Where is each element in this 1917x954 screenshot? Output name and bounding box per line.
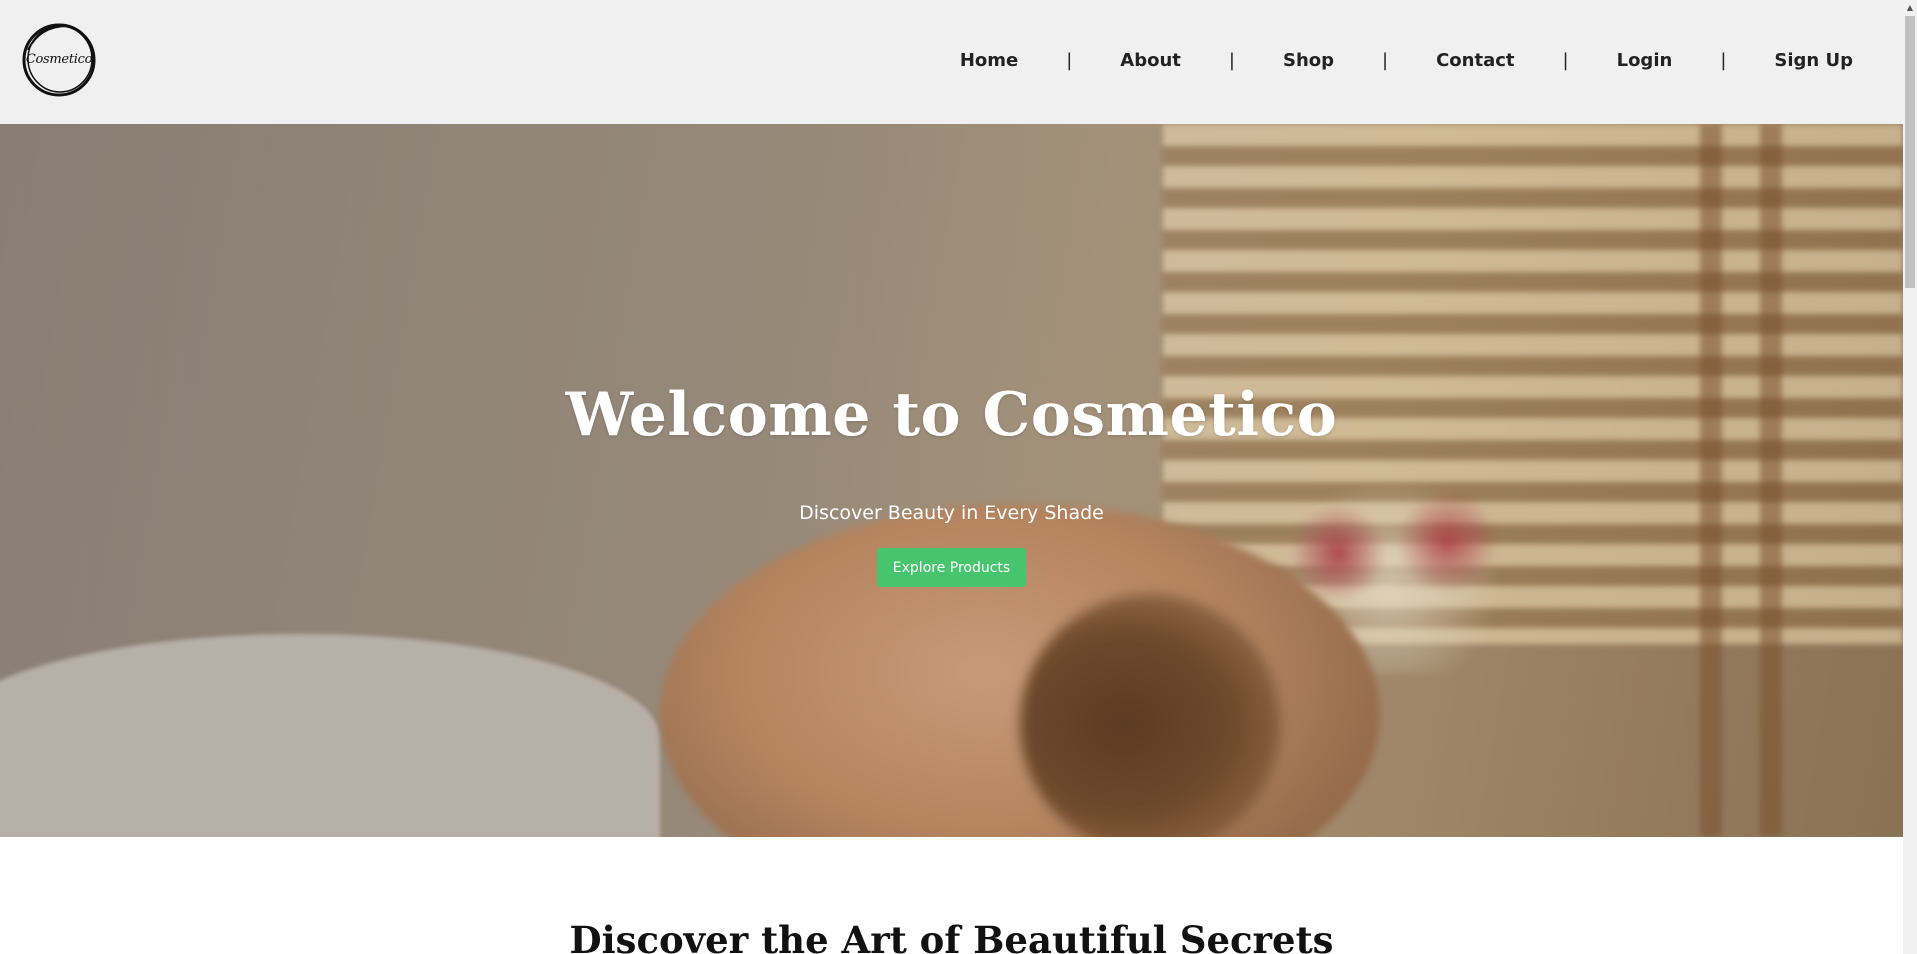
nav-separator: |: [1228, 50, 1235, 71]
nav-home[interactable]: Home: [960, 50, 1018, 71]
site-header: Cosmetico Home | About | Shop | Contact …: [0, 0, 1903, 124]
section-title: Discover the Art of Beautiful Secrets: [569, 918, 1334, 954]
explore-products-button[interactable]: Explore Products: [877, 548, 1026, 587]
nav-separator: |: [1562, 50, 1569, 71]
nav-separator: |: [1382, 50, 1389, 71]
nav-login[interactable]: Login: [1617, 50, 1673, 71]
nav-shop[interactable]: Shop: [1283, 50, 1334, 71]
hero-subtitle: Discover Beauty in Every Shade: [799, 502, 1104, 524]
nav-separator: |: [1066, 50, 1073, 71]
nav-contact[interactable]: Contact: [1436, 50, 1514, 71]
hero-content: Welcome to Cosmetico Discover Beauty in …: [0, 124, 1903, 837]
scroll-up-arrow-icon[interactable]: ▲: [1903, 0, 1917, 14]
page-scrollbar[interactable]: ▲: [1903, 0, 1917, 954]
hero-title: Welcome to Cosmetico: [565, 380, 1338, 450]
nav-separator: |: [1720, 50, 1727, 71]
scroll-thumb[interactable]: [1905, 16, 1915, 288]
hero-section: Welcome to Cosmetico Discover Beauty in …: [0, 124, 1903, 837]
logo-text: Cosmetico: [25, 52, 93, 67]
logo[interactable]: Cosmetico: [20, 20, 98, 99]
main-nav: Home | About | Shop | Contact | Login | …: [960, 50, 1853, 71]
nav-about[interactable]: About: [1120, 50, 1181, 71]
nav-signup[interactable]: Sign Up: [1774, 50, 1853, 71]
